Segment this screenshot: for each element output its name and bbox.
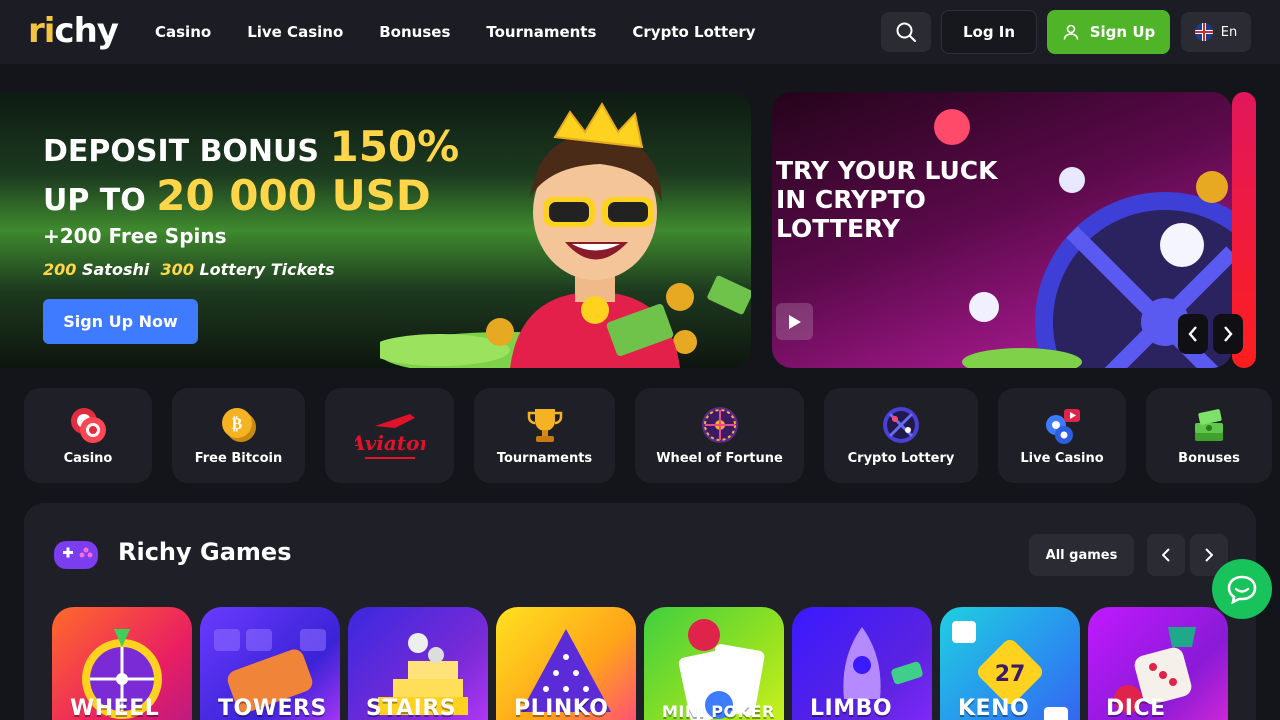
category-label: Aviator	[355, 431, 425, 455]
crypto-lottery-title: TRY YOUR LUCK IN CRYPTO LOTTERY	[776, 156, 998, 243]
game-tile-limbo[interactable]: LIMBO	[792, 607, 932, 720]
category-label: Bonuses	[1178, 451, 1240, 466]
game-tile-stairs[interactable]: STAIRS	[348, 607, 488, 720]
category-free-bitcoin[interactable]: ₿ Free Bitcoin	[172, 388, 305, 483]
banner-next-button[interactable]	[1213, 314, 1243, 354]
nav-live-casino[interactable]: Live Casino	[247, 23, 343, 41]
hero-line2: UP TO 20 000 USD	[43, 172, 431, 225]
category-crypto-lottery[interactable]: Crypto Lottery	[824, 388, 978, 483]
category-label: Tournaments	[496, 451, 593, 466]
category-label: Crypto Lottery	[847, 451, 955, 466]
game-title: PLINKO	[514, 696, 609, 720]
cash-stack-icon	[1195, 409, 1223, 441]
main-nav: Casino Live Casino Bonuses Tournaments C…	[155, 0, 756, 64]
hero-line4: 200 Satoshi 300 Lottery Tickets	[43, 260, 335, 279]
game-title: WHEEL	[70, 696, 160, 720]
svg-text:₿: ₿	[231, 414, 242, 433]
game-tile-towers[interactable]: TOWERS	[200, 607, 340, 720]
uk-flag-icon	[1194, 23, 1213, 41]
category-label: Free Bitcoin	[194, 451, 283, 466]
category-label: Casino	[63, 451, 113, 466]
chevron-left-icon	[1162, 548, 1170, 562]
language-selector[interactable]: En	[1181, 12, 1251, 52]
game-title: KENO	[958, 696, 1030, 720]
hero-line1: DEPOSIT BONUS 150%	[43, 126, 459, 169]
category-label: Live Casino	[1020, 451, 1104, 466]
language-label: En	[1220, 24, 1238, 40]
svg-text:27: 27	[995, 662, 1026, 687]
nav-bonuses[interactable]: Bonuses	[379, 23, 450, 41]
game-tile-plinko[interactable]: PLINKO	[496, 607, 636, 720]
chat-icon	[1227, 575, 1257, 605]
game-title: MINI POKER	[662, 702, 775, 720]
user-icon	[1063, 24, 1079, 40]
hero-line3: +200 Free Spins	[43, 224, 227, 248]
game-title: LIMBO	[810, 696, 893, 720]
category-live-casino[interactable]: Live Casino	[998, 388, 1126, 483]
lottery-wheel-icon	[883, 407, 919, 443]
chevron-left-icon	[1188, 326, 1197, 342]
game-tile-mini-poker[interactable]: MINI POKER	[644, 607, 784, 720]
login-button[interactable]: Log In	[941, 10, 1037, 54]
banner-play-button[interactable]	[776, 303, 813, 340]
fortune-wheel-icon	[701, 407, 738, 443]
satoshi-label: Satoshi	[81, 260, 150, 279]
hero-signup-button[interactable]: Sign Up Now	[43, 299, 198, 344]
category-wheel-of-fortune[interactable]: Wheel of Fortune	[635, 388, 804, 483]
richy-logo[interactable]: richy	[28, 12, 119, 50]
games-prev-button[interactable]	[1147, 534, 1185, 576]
gamepad-icon	[54, 541, 98, 569]
game-title: DICE	[1106, 696, 1166, 720]
lottery-label: Lottery Tickets	[199, 260, 335, 279]
hero-line2-text: UP TO	[43, 183, 146, 218]
signup-label: Sign Up	[1089, 23, 1156, 41]
nav-tournaments[interactable]: Tournaments	[486, 23, 596, 41]
hero-banner[interactable]: DEPOSIT BONUS 150% UP TO 20 000 USD +200…	[0, 92, 751, 368]
all-games-button[interactable]: All games	[1029, 534, 1134, 576]
hero-line1-text: DEPOSIT BONUS	[43, 134, 320, 169]
category-aviator[interactable]: Aviator	[325, 388, 454, 483]
lottery-count: 300	[160, 260, 194, 279]
live-chat-button[interactable]	[1212, 559, 1272, 619]
site-header: richy Casino Live Casino Bonuses Tournam…	[0, 0, 1280, 64]
banner-prev-button[interactable]	[1178, 314, 1208, 354]
play-icon	[788, 314, 801, 329]
game-title: STAIRS	[366, 696, 457, 720]
chevron-right-icon	[1224, 326, 1233, 342]
casino-chips-icon	[71, 408, 106, 443]
category-label: Wheel of Fortune	[656, 451, 783, 466]
bitcoin-coin-icon: ₿	[221, 408, 256, 442]
satoshi-count: 200	[43, 260, 77, 279]
section-title: Richy Games	[118, 538, 292, 566]
game-tile-dice[interactable]: DICE	[1088, 607, 1228, 720]
chevron-right-icon	[1205, 548, 1213, 562]
search-icon	[896, 22, 916, 42]
trophy-icon	[527, 409, 562, 442]
game-title: TOWERS	[218, 696, 327, 720]
category-bonuses[interactable]: Bonuses	[1146, 388, 1272, 483]
hero-line1-highlight: 150%	[329, 122, 460, 171]
aviator-logo-icon: Aviator	[355, 413, 425, 459]
nav-crypto-lottery[interactable]: Crypto Lottery	[632, 23, 755, 41]
category-casino[interactable]: Casino	[24, 388, 152, 483]
nav-casino[interactable]: Casino	[155, 23, 211, 41]
game-tile-wheel[interactable]: WHEEL	[52, 607, 192, 720]
hero-line2-highlight: 20 000 USD	[156, 171, 431, 220]
live-casino-icon	[1046, 409, 1080, 444]
signup-button[interactable]: Sign Up	[1047, 10, 1170, 54]
category-tournaments[interactable]: Tournaments	[474, 388, 615, 483]
game-tile-keno[interactable]: 27 KENO	[940, 607, 1080, 720]
search-button[interactable]	[881, 12, 931, 52]
